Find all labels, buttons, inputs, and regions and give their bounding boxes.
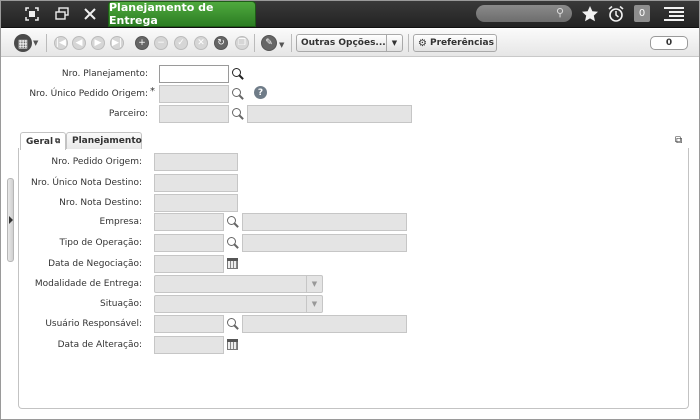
toolbar-separator — [254, 34, 255, 52]
star-icon[interactable] — [580, 4, 600, 24]
tab-geral-label: Geral — [26, 136, 54, 147]
grid-menu-button[interactable]: ▦ ▼ — [14, 34, 40, 52]
next-record-icon[interactable]: ▶ — [91, 36, 105, 50]
parceiro-label: Parceiro: — [108, 109, 148, 119]
toolbar-separator — [46, 34, 47, 52]
side-panel-handle[interactable] — [7, 178, 14, 262]
data-negociacao-input[interactable] — [154, 255, 224, 273]
remove-icon[interactable]: − — [154, 36, 168, 50]
close-icon[interactable] — [80, 4, 100, 24]
window-title-tab[interactable]: Planejamento de Entrega — [108, 1, 256, 27]
grid-menu-icon: ▦ — [14, 34, 32, 52]
add-icon[interactable]: + — [135, 36, 149, 50]
nro-unico-pedido-origem-label: Nro. Único Pedido Origem: — [29, 89, 148, 99]
chevron-down-icon[interactable]: ▼ — [306, 296, 322, 312]
tipo-operacao-label: Tipo de Operação: — [59, 238, 142, 248]
menu-icon[interactable] — [662, 4, 686, 24]
tipo-operacao-code-input[interactable] — [154, 234, 224, 252]
record-counter: 0 — [650, 36, 688, 50]
empresa-code-input[interactable] — [154, 213, 224, 231]
chevron-down-icon: ▼ — [33, 39, 39, 47]
modalidade-entrega-label: Modalidade de Entrega: — [34, 279, 142, 289]
chevron-down-icon[interactable]: ▼ — [279, 41, 284, 49]
toolbar-separator — [408, 34, 409, 52]
copy-icon[interactable]: ❐ — [235, 36, 249, 50]
nro-unico-pedido-origem-input[interactable] — [159, 85, 229, 103]
usuario-responsavel-label: Usuário Responsável: — [45, 319, 142, 329]
situacao-label: Situação: — [100, 299, 142, 309]
more-options-label: Outras Opções... — [301, 38, 386, 48]
parceiro-code-input[interactable] — [159, 105, 229, 123]
previous-record-icon[interactable]: ◀ — [72, 36, 86, 50]
wrench-icon[interactable]: ✎ — [261, 35, 277, 51]
data-alteracao-label: Data de Alteração: — [57, 340, 142, 350]
search-icon[interactable] — [227, 237, 239, 249]
data-negociacao-label: Data de Negociação: — [48, 259, 142, 269]
toolbar: ▦ ▼ |◀ ◀ ▶ ▶| + − ✓ ✕ ↻ ❐ ✎ ▼ Outras Opç… — [0, 29, 700, 57]
last-record-icon[interactable]: ▶| — [110, 36, 124, 50]
preferences-label: Preferências — [429, 38, 494, 48]
calendar-icon[interactable] — [227, 339, 238, 350]
nro-planejamento-label: Nro. Planejamento: — [61, 69, 148, 79]
more-options-button[interactable]: Outras Opções... ▼ — [296, 34, 403, 52]
nro-nota-destino-label: Nro. Nota Destino: — [59, 198, 142, 208]
required-mark: * — [150, 86, 155, 97]
chevron-down-icon[interactable]: ▼ — [306, 276, 322, 292]
tab-planejamento[interactable]: Planejamento — [66, 132, 142, 149]
calendar-icon[interactable] — [227, 258, 238, 269]
nro-unico-nota-destino-label: Nro. Único Nota Destino: — [31, 178, 142, 188]
notification-badge[interactable]: 0 — [634, 5, 650, 22]
confirm-icon[interactable]: ✓ — [174, 36, 188, 50]
search-icon[interactable] — [227, 216, 239, 228]
situacao-select[interactable]: ▼ — [154, 295, 323, 313]
search-box[interactable]: ⚲ — [476, 5, 572, 22]
usuario-responsavel-name-field — [242, 315, 407, 333]
detach-icon[interactable]: ⧉ — [55, 137, 60, 146]
empresa-label: Empresa: — [99, 217, 142, 227]
window-title: Planejamento de Entrega — [109, 1, 214, 27]
nro-pedido-origem-field — [154, 153, 238, 171]
nro-planejamento-input[interactable] — [159, 65, 229, 83]
search-icon[interactable] — [232, 68, 244, 80]
nro-pedido-origem-label: Nro. Pedido Origem: — [51, 157, 142, 167]
expand-panel-icon[interactable]: ⧉ — [675, 135, 682, 146]
chevron-down-icon[interactable]: ▼ — [386, 35, 402, 51]
gear-icon: ⚙ — [418, 37, 427, 49]
restore-icon[interactable] — [52, 4, 72, 24]
fullscreen-icon[interactable] — [22, 4, 42, 24]
modalidade-entrega-select[interactable]: ▼ — [154, 275, 323, 293]
tipo-operacao-name-field — [242, 234, 407, 252]
first-record-icon[interactable]: |◀ — [54, 36, 68, 50]
usuario-responsavel-code-input[interactable] — [154, 315, 224, 333]
help-icon[interactable]: ? — [254, 86, 267, 99]
empresa-name-field — [242, 213, 407, 231]
search-icon[interactable] — [227, 318, 239, 330]
search-icon[interactable]: ⚲ — [556, 6, 564, 19]
data-alteracao-field — [154, 336, 224, 354]
tab-planejamento-label: Planejamento — [72, 136, 142, 146]
toolbar-separator — [291, 34, 292, 52]
preferences-button[interactable]: ⚙ Preferências — [413, 34, 497, 52]
search-icon[interactable] — [232, 108, 244, 120]
nro-unico-nota-destino-field — [154, 174, 238, 192]
alarm-icon[interactable] — [606, 4, 626, 24]
refresh-icon[interactable]: ↻ — [214, 36, 228, 50]
nro-nota-destino-field — [154, 194, 238, 212]
cancel-icon[interactable]: ✕ — [194, 36, 208, 50]
parceiro-name-field — [247, 105, 412, 123]
search-icon[interactable] — [232, 88, 244, 100]
title-bar: Planejamento de Entrega ⚲ 0 — [0, 0, 700, 28]
